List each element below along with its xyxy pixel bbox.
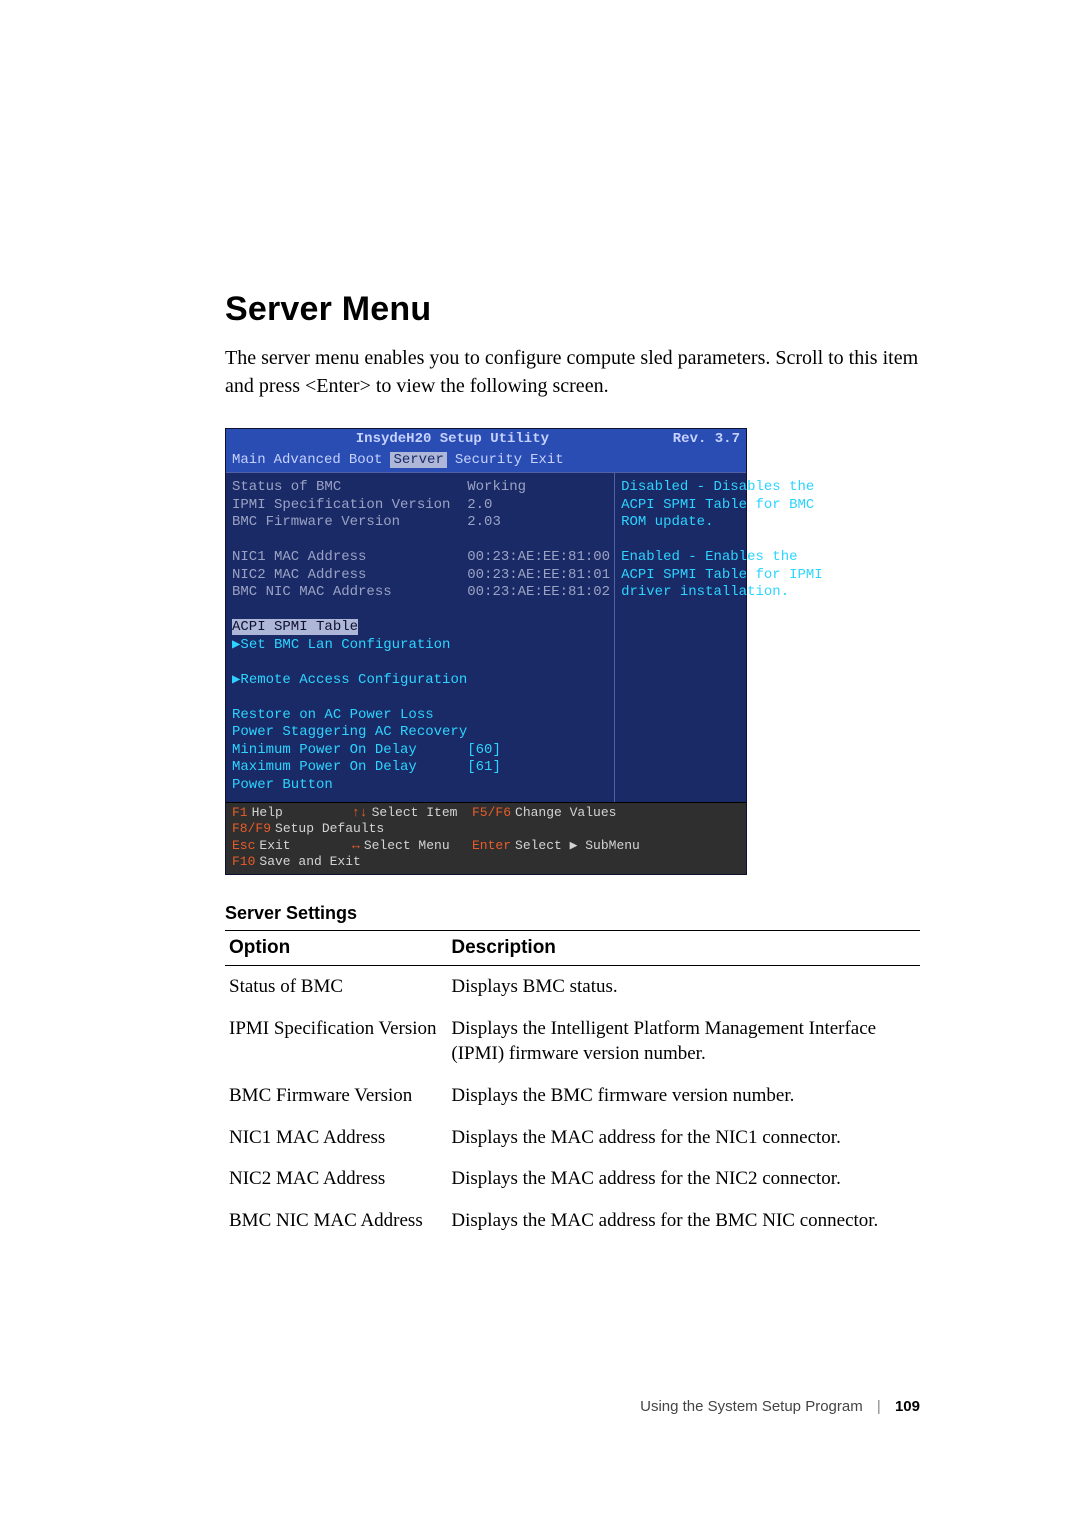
bios-help-line: ACPI SPMI Table for BMC: [621, 497, 823, 515]
bios-help-line: ACPI SPMI Table for IPMI: [621, 567, 823, 585]
bios-menubar: Main Advanced Boot Server Security Exit: [226, 451, 746, 473]
page: Server Menu The server menu enables you …: [0, 0, 1080, 1527]
col-option: Option: [225, 931, 447, 966]
bios-item: NIC1 MAC Address 00:23:AE:EE:81:00: [232, 549, 610, 567]
bios-key: ↔Select Menu: [352, 838, 472, 854]
bios-menu-advanced[interactable]: Advanced: [274, 452, 341, 468]
bios-key: ↑↓Select Item: [352, 805, 472, 821]
bios-menu-server[interactable]: Server: [390, 452, 446, 468]
bios-key: F10Save and Exit: [232, 854, 361, 870]
bios-help-line: Disabled - Disables the: [621, 479, 823, 497]
bios-help-line: Enabled - Enables the: [621, 549, 823, 567]
bios-left-pane: Status of BMC WorkingIPMI Specification …: [226, 473, 615, 802]
cell-option: IPMI Specification Version: [225, 1008, 447, 1075]
table-row: BMC NIC MAC AddressDisplays the MAC addr…: [225, 1200, 920, 1242]
table-title: Server Settings: [225, 903, 920, 924]
cell-option: NIC1 MAC Address: [225, 1117, 447, 1159]
bios-item: ▶Remote Access Configuration: [232, 672, 610, 690]
bios-item: BMC NIC MAC Address 00:23:AE:EE:81:02: [232, 584, 610, 602]
bios-screenshot: InsydeH20 Setup Utility Rev. 3.7 Main Adv…: [225, 428, 747, 875]
table-row: BMC Firmware VersionDisplays the BMC fir…: [225, 1075, 920, 1117]
bios-item: Power Button: [232, 777, 610, 795]
bios-key-footer: F1Help↑↓Select ItemF5/F6Change Values F8/…: [226, 802, 746, 874]
bios-keyrow: EscExit↔Select MenuEnterSelect ▶ SubMenu…: [232, 838, 740, 871]
cell-description: Displays BMC status.: [447, 966, 920, 1008]
cell-description: Displays the MAC address for the BMC NIC…: [447, 1200, 920, 1242]
cell-description: Displays the Intelligent Platform Manage…: [447, 1008, 920, 1075]
bios-item: ▶Set BMC Lan Configuration: [232, 637, 610, 655]
cell-description: Displays the MAC address for the NIC1 co…: [447, 1117, 920, 1159]
cell-option: Status of BMC: [225, 966, 447, 1008]
cell-option: BMC NIC MAC Address: [225, 1200, 447, 1242]
col-description: Description: [447, 931, 920, 966]
bios-keyrow: F1Help↑↓Select ItemF5/F6Change Values F8/…: [232, 805, 740, 838]
footer-page-number: 109: [895, 1398, 920, 1415]
footer-chapter: Using the System Setup Program: [640, 1398, 863, 1415]
bios-item: Minimum Power On Delay [60]: [232, 742, 610, 760]
bios-help-line: [621, 532, 823, 550]
bios-menu-main[interactable]: Main: [232, 452, 266, 468]
bios-item: Status of BMC Working: [232, 479, 610, 497]
bios-key: F5/F6Change Values: [472, 805, 616, 821]
bios-item: Power Staggering AC Recovery: [232, 724, 610, 742]
bios-rev: Rev. 3.7: [673, 431, 740, 449]
section-title: Server Menu: [225, 290, 920, 329]
bios-key: EscExit: [232, 838, 352, 854]
bios-key: EnterSelect ▶ SubMenu: [472, 838, 640, 854]
footer-sep: |: [877, 1398, 881, 1415]
bios-item: NIC2 MAC Address 00:23:AE:EE:81:01: [232, 567, 610, 585]
bios-menu-security[interactable]: Security: [455, 452, 522, 468]
table-row: NIC1 MAC AddressDisplays the MAC address…: [225, 1117, 920, 1159]
page-footer: Using the System Setup Program | 109: [225, 1398, 920, 1415]
bios-help-line: driver installation.: [621, 584, 823, 602]
cell-option: BMC Firmware Version: [225, 1075, 447, 1117]
cell-description: Displays the MAC address for the NIC2 co…: [447, 1158, 920, 1200]
bios-help-line: ROM update.: [621, 514, 823, 532]
bios-key: F1Help: [232, 805, 352, 821]
bios-title: InsydeH20 Setup Utility: [356, 431, 549, 449]
bios-titlebar: InsydeH20 Setup Utility Rev. 3.7: [226, 429, 746, 451]
section-intro: The server menu enables you to configure…: [225, 345, 920, 400]
cell-option: NIC2 MAC Address: [225, 1158, 447, 1200]
bios-item: ACPI SPMI Table: [232, 619, 610, 637]
bios-item: Restore on AC Power Loss: [232, 707, 610, 725]
bios-item: IPMI Specification Version 2.0: [232, 497, 610, 515]
settings-table: Option Description Status of BMCDisplays…: [225, 930, 920, 1241]
table-row: NIC2 MAC AddressDisplays the MAC address…: [225, 1158, 920, 1200]
table-row: IPMI Specification VersionDisplays the I…: [225, 1008, 920, 1075]
bios-menu-boot[interactable]: Boot: [349, 452, 383, 468]
bios-item: BMC Firmware Version 2.03: [232, 514, 610, 532]
table-row: Status of BMCDisplays BMC status.: [225, 966, 920, 1008]
cell-description: Displays the BMC firmware version number…: [447, 1075, 920, 1117]
bios-key: F8/F9Setup Defaults: [232, 821, 384, 837]
bios-help-pane: Disabled - Disables theACPI SPMI Table f…: [615, 473, 829, 802]
bios-menu-exit[interactable]: Exit: [530, 452, 564, 468]
bios-item: Maximum Power On Delay [61]: [232, 759, 610, 777]
